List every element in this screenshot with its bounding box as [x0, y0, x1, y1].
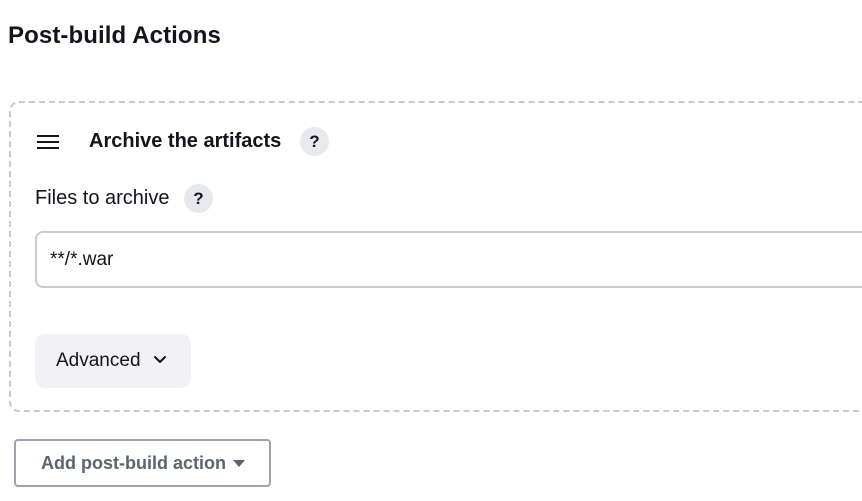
page: Post-build Actions Archive the artifacts…: [0, 0, 862, 501]
add-post-build-action-button[interactable]: Add post-build action: [14, 439, 271, 487]
advanced-button[interactable]: Advanced: [35, 334, 191, 388]
step-title: Archive the artifacts: [89, 130, 282, 152]
add-post-build-action-label: Add post-build action: [41, 452, 226, 473]
step-help-button[interactable]: ?: [300, 127, 329, 156]
hamburger-icon[interactable]: [37, 134, 59, 150]
chevron-down-icon: [154, 356, 166, 363]
files-to-archive-label: Files to archive: [35, 187, 170, 209]
advanced-label: Advanced: [56, 350, 141, 371]
files-to-archive-input[interactable]: [35, 231, 862, 288]
caret-down-icon: [233, 460, 245, 467]
section-title: Post-build Actions: [8, 22, 221, 49]
files-help-button[interactable]: ?: [184, 184, 213, 213]
